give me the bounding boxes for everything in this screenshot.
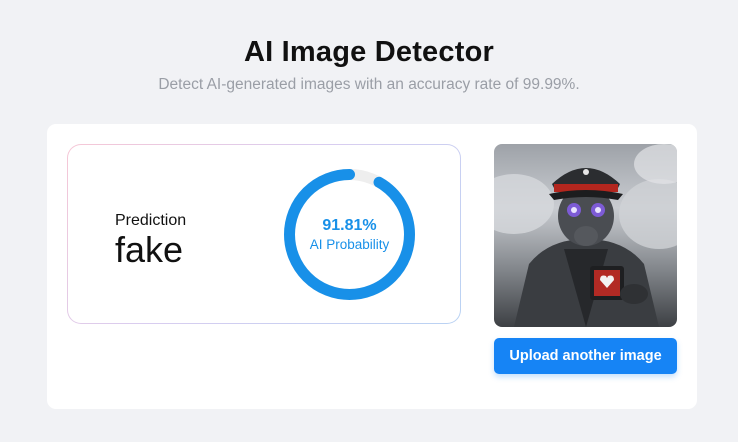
- preview-illustration: [494, 144, 677, 327]
- prediction-value: fake: [115, 229, 184, 270]
- page-subtitle: Detect AI-generated images with an accur…: [158, 76, 580, 93]
- uploaded-image-preview: [494, 144, 677, 327]
- probability-percent: 91.81%: [322, 217, 377, 234]
- ai-probability-gauge: 91.81% AI Probability: [282, 167, 417, 302]
- probability-label: AI Probability: [309, 237, 390, 252]
- prediction-label: Prediction: [115, 212, 187, 229]
- page-title: AI Image Detector: [244, 36, 494, 68]
- result-panel: Prediction fake 91.81% AI Probability: [67, 144, 461, 324]
- upload-another-image-button[interactable]: Upload another image: [494, 338, 677, 374]
- detector-card: Prediction fake 91.81% AI Probability Up…: [47, 124, 697, 409]
